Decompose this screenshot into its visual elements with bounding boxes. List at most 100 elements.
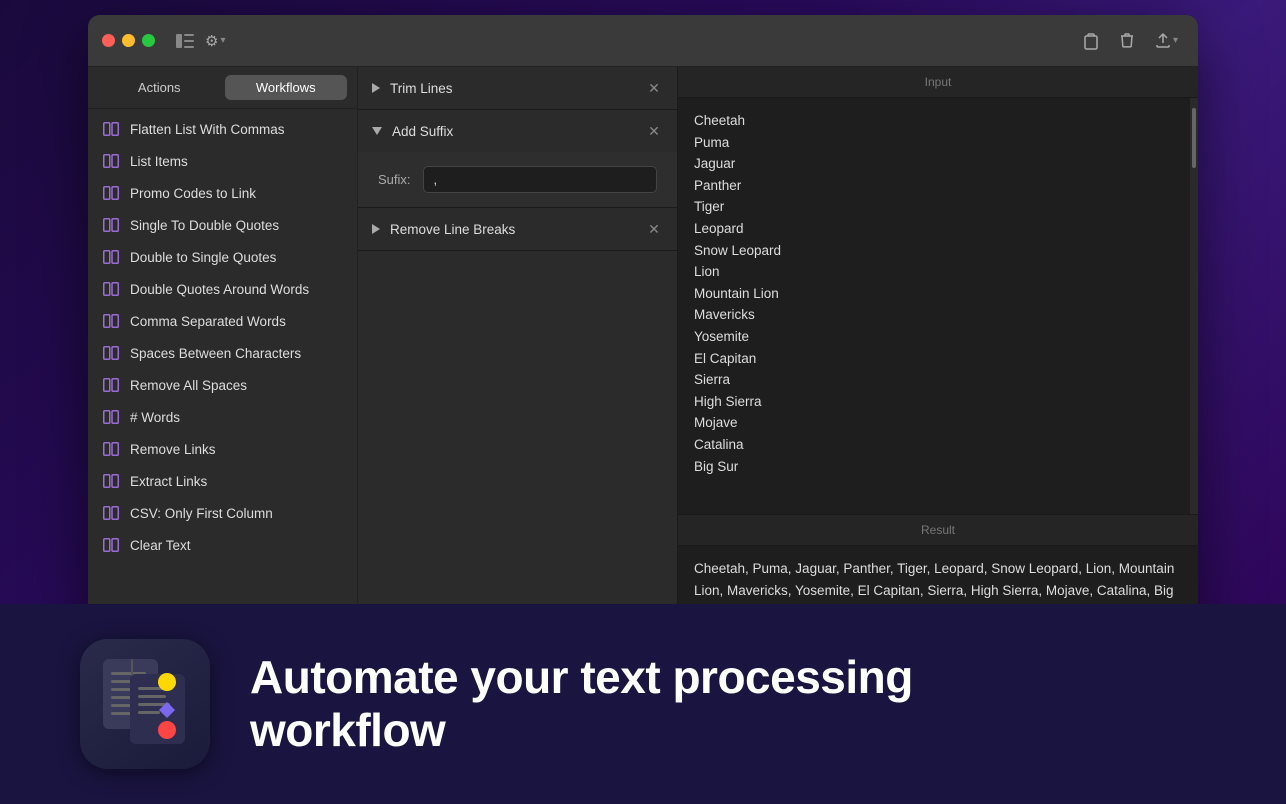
input-line: Mavericks	[694, 304, 1182, 326]
workflow-panel: Trim Lines ✕ Add Suffix ✕ Sufix:	[358, 67, 678, 635]
step-title-remove-line-breaks: Remove Line Breaks	[390, 222, 635, 237]
action-label-flatten-list: Flatten List With Commas	[130, 122, 285, 137]
share-button[interactable]: ▾	[1149, 28, 1184, 53]
input-line: High Sierra	[694, 391, 1182, 413]
input-line: Jaguar	[694, 153, 1182, 175]
action-icon-double-quotes-around	[102, 280, 120, 298]
action-icon-comma-separated	[102, 312, 120, 330]
share-chevron-icon: ▾	[1173, 35, 1178, 46]
input-line: Leopard	[694, 218, 1182, 240]
input-line: El Capitan	[694, 348, 1182, 370]
action-icon-clear-text	[102, 536, 120, 554]
suffix-row: Sufix:	[378, 166, 657, 193]
action-icon-promo-codes	[102, 184, 120, 202]
action-label-single-to-double: Single To Double Quotes	[130, 218, 279, 233]
step-expand-icon-2	[372, 224, 380, 234]
input-content: CheetahPumaJaguarPantherTigerLeopardSnow…	[678, 98, 1198, 514]
input-line: Cheetah	[694, 110, 1182, 132]
action-item-clear-text[interactable]: Clear Text	[88, 529, 357, 561]
step-close-add-suffix[interactable]: ✕	[645, 122, 663, 140]
chevron-down-icon: ▾	[220, 35, 225, 46]
title-bar-controls: ▾	[1077, 27, 1184, 55]
action-label-remove-spaces: Remove All Spaces	[130, 378, 247, 393]
gear-button[interactable]: ⚙ ▾	[199, 28, 231, 54]
step-close-trim-lines[interactable]: ✕	[645, 79, 663, 97]
main-content: Actions Workflows Flatten List With Comm…	[88, 67, 1198, 635]
workflow-step-trim-lines: Trim Lines ✕	[358, 67, 677, 110]
result-label: Result	[678, 515, 1198, 546]
workflow-step-remove-line-breaks: Remove Line Breaks ✕	[358, 208, 677, 251]
action-item-single-to-double[interactable]: Single To Double Quotes	[88, 209, 357, 241]
step-close-remove-line-breaks[interactable]: ✕	[645, 220, 663, 238]
action-icon-spaces-between	[102, 344, 120, 362]
action-item-comma-separated[interactable]: Comma Separated Words	[88, 305, 357, 337]
input-line: Lion	[694, 261, 1182, 283]
action-icon-remove-links	[102, 440, 120, 458]
action-icon-words	[102, 408, 120, 426]
action-icon-single-to-double	[102, 216, 120, 234]
step-header-add-suffix[interactable]: Add Suffix ✕	[358, 110, 677, 152]
left-sidebar: Actions Workflows Flatten List With Comm…	[88, 67, 358, 635]
action-item-promo-codes[interactable]: Promo Codes to Link	[88, 177, 357, 209]
action-label-double-to-single: Double to Single Quotes	[130, 250, 276, 265]
action-item-double-to-single[interactable]: Double to Single Quotes	[88, 241, 357, 273]
promo-headline-2: workflow	[250, 704, 913, 757]
action-label-spaces-between: Spaces Between Characters	[130, 346, 301, 361]
input-line: Sierra	[694, 369, 1182, 391]
action-icon-csv-first-col	[102, 504, 120, 522]
actions-list: Flatten List With Commas List Items Prom…	[88, 109, 357, 635]
trash-button[interactable]	[1113, 27, 1141, 55]
app-icon	[80, 639, 210, 769]
input-line: Mountain Lion	[694, 283, 1182, 305]
action-label-remove-links: Remove Links	[130, 442, 216, 457]
action-label-list-items: List Items	[130, 154, 188, 169]
promo-area: Automate your text processing workflow	[0, 604, 1286, 804]
input-line: Panther	[694, 175, 1182, 197]
action-label-clear-text: Clear Text	[130, 538, 191, 553]
sidebar-toggle-button[interactable]	[171, 27, 199, 55]
scrollbar-thumb[interactable]	[1192, 108, 1196, 168]
input-section: Input CheetahPumaJaguarPantherTigerLeopa…	[678, 67, 1198, 514]
minimize-button[interactable]	[122, 34, 135, 47]
action-label-csv-first-col: CSV: Only First Column	[130, 506, 273, 521]
tab-workflows[interactable]: Workflows	[225, 75, 348, 100]
action-item-spaces-between[interactable]: Spaces Between Characters	[88, 337, 357, 369]
app-window: ⚙ ▾ ▾	[88, 15, 1198, 635]
action-item-words[interactable]: # Words	[88, 401, 357, 433]
action-label-extract-links: Extract Links	[130, 474, 207, 489]
scrollbar-track[interactable]	[1190, 98, 1198, 514]
input-line: Mojave	[694, 412, 1182, 434]
promo-headline: Automate your text processing	[250, 651, 913, 704]
action-icon-remove-spaces	[102, 376, 120, 394]
step-title-trim-lines: Trim Lines	[390, 81, 635, 96]
step-content-add-suffix: Sufix:	[358, 152, 677, 207]
suffix-label: Sufix:	[378, 172, 411, 187]
input-line: Big Sur	[694, 456, 1182, 478]
step-header-trim-lines[interactable]: Trim Lines ✕	[358, 67, 677, 109]
action-item-double-quotes-around[interactable]: Double Quotes Around Words	[88, 273, 357, 305]
tab-actions[interactable]: Actions	[98, 75, 221, 100]
fullscreen-button[interactable]	[142, 34, 155, 47]
action-item-flatten-list[interactable]: Flatten List With Commas	[88, 113, 357, 145]
close-button[interactable]	[102, 34, 115, 47]
suffix-input[interactable]	[423, 166, 657, 193]
workflow-step-add-suffix: Add Suffix ✕ Sufix:	[358, 110, 677, 208]
clipboard-button[interactable]	[1077, 27, 1105, 55]
action-item-remove-links[interactable]: Remove Links	[88, 433, 357, 465]
action-icon-list-items	[102, 152, 120, 170]
action-item-extract-links[interactable]: Extract Links	[88, 465, 357, 497]
input-label: Input	[678, 67, 1198, 98]
action-item-remove-spaces[interactable]: Remove All Spaces	[88, 369, 357, 401]
action-label-words: # Words	[130, 410, 180, 425]
input-line: Catalina	[694, 434, 1182, 456]
step-header-remove-line-breaks[interactable]: Remove Line Breaks ✕	[358, 208, 677, 250]
app-icon-svg	[95, 654, 195, 754]
action-icon-extract-links	[102, 472, 120, 490]
action-item-list-items[interactable]: List Items	[88, 145, 357, 177]
step-expand-icon	[372, 83, 380, 93]
input-line: Yosemite	[694, 326, 1182, 348]
action-item-csv-first-col[interactable]: CSV: Only First Column	[88, 497, 357, 529]
title-bar: ⚙ ▾ ▾	[88, 15, 1198, 67]
input-line: Snow Leopard	[694, 240, 1182, 262]
input-area[interactable]: CheetahPumaJaguarPantherTigerLeopardSnow…	[678, 98, 1198, 514]
